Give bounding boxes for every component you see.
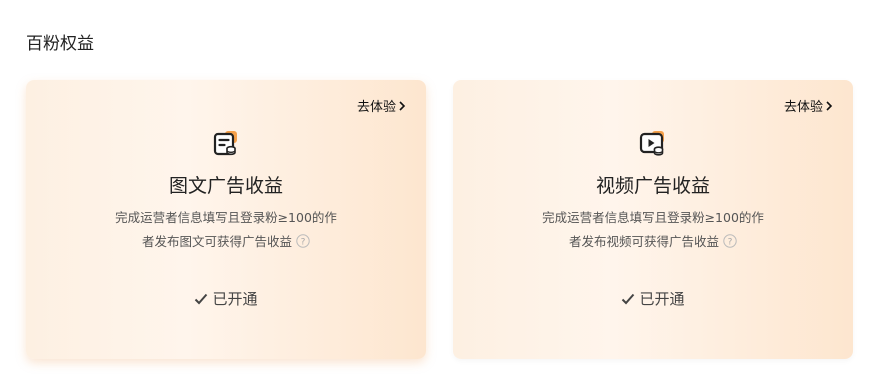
section-title: 百粉权益 bbox=[26, 34, 94, 54]
question-mark-icon[interactable]: ? bbox=[723, 234, 737, 248]
status-enabled: 已开通 bbox=[453, 288, 853, 309]
chevron-right-icon bbox=[826, 100, 833, 111]
chevron-right-icon bbox=[399, 100, 406, 111]
article-ad-icon bbox=[213, 131, 237, 156]
description-line-2: 者发布视频可获得广告收益 bbox=[568, 234, 719, 249]
svg-text:?: ? bbox=[301, 237, 306, 247]
description-line-1: 完成运营者信息填写且登录粉≥100的作 bbox=[542, 210, 764, 225]
try-it-link[interactable]: 去体验 bbox=[357, 96, 406, 115]
card-description: 完成运营者信息填写且登录粉≥100的作 者发布图文可获得广告收益 ? bbox=[98, 206, 354, 254]
svg-text:?: ? bbox=[728, 237, 733, 247]
card-description: 完成运营者信息填写且登录粉≥100的作 者发布视频可获得广告收益 ? bbox=[525, 206, 781, 254]
card-title: 视频广告收益 bbox=[595, 175, 710, 197]
description-line-2-wrap: 者发布视频可获得广告收益 ? bbox=[525, 230, 781, 254]
description-line-1: 完成运营者信息填写且登录粉≥100的作 bbox=[115, 210, 337, 225]
status-label: 已开通 bbox=[212, 290, 258, 308]
try-it-link[interactable]: 去体验 bbox=[784, 96, 833, 115]
video-ad-revenue-card: 去体验 视频广告收益 完成运营者信息填写且登录粉≥100的作 者发布视频可获得广… bbox=[453, 80, 853, 359]
description-line-2-wrap: 者发布图文可获得广告收益 ? bbox=[98, 230, 354, 254]
checkmark-icon bbox=[622, 293, 635, 305]
article-ad-revenue-card: 去体验 图文广告收益 完成运营者信息填写且登录粉≥100的作 者发布图文可获得广… bbox=[26, 80, 426, 359]
card-title: 图文广告收益 bbox=[168, 175, 283, 197]
description-line-2: 者发布图文可获得广告收益 bbox=[141, 234, 292, 249]
question-mark-icon[interactable]: ? bbox=[296, 234, 310, 248]
try-it-label: 去体验 bbox=[783, 100, 823, 115]
video-ad-icon bbox=[639, 131, 664, 156]
status-label: 已开通 bbox=[639, 290, 685, 308]
try-it-label: 去体验 bbox=[356, 100, 396, 115]
checkmark-icon bbox=[195, 293, 208, 305]
status-enabled: 已开通 bbox=[26, 288, 426, 309]
